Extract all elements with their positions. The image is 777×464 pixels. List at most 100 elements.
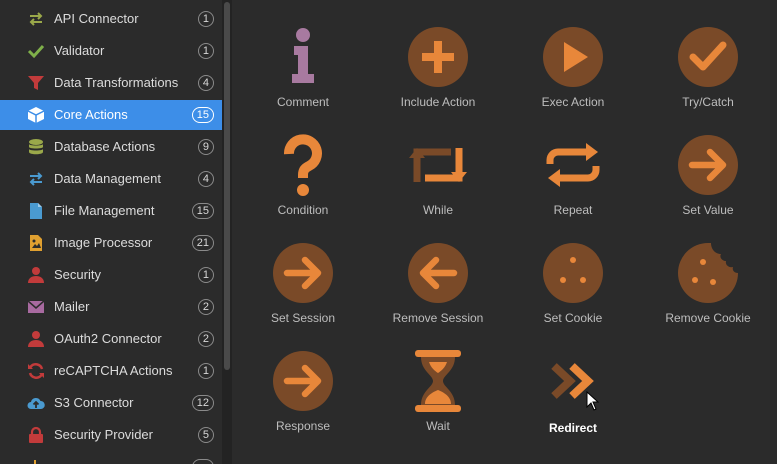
action-comment[interactable]: Comment	[243, 4, 363, 109]
sidebar-item-label: OAuth2 Connector	[54, 331, 162, 346]
count-badge: 21	[191, 235, 214, 251]
sidebar-item-label: Core Actions	[54, 107, 128, 122]
count-badge: 5	[197, 427, 214, 443]
action-label: Remove Session	[392, 311, 484, 325]
action-label: Include Action	[400, 95, 476, 109]
action-exec-action[interactable]: Exec Action	[513, 4, 633, 109]
count-badge: 15	[191, 107, 214, 123]
action-label: Redirect	[548, 421, 598, 435]
action-try-catch[interactable]: Try/Catch	[648, 4, 768, 109]
sidebar-item-security[interactable]: Security 1	[0, 260, 222, 290]
arrow-left-circle-icon	[407, 242, 469, 304]
action-set-cookie[interactable]: Set Cookie	[513, 220, 633, 325]
sidebar-item-file-management[interactable]: File Management 15	[0, 196, 222, 226]
count-badge	[192, 459, 214, 464]
action-remove-session[interactable]: Remove Session	[378, 220, 498, 325]
sidebar-item-label: Security Provider	[54, 427, 153, 442]
sidebar-item-security-provider[interactable]: Security Provider 5	[0, 420, 222, 450]
count-badge: 15	[191, 203, 214, 219]
count-badge: 4	[197, 75, 214, 91]
info-icon	[272, 26, 334, 88]
file-icon	[27, 202, 45, 220]
action-set-session[interactable]: Set Session	[243, 220, 363, 325]
count-badge: 12	[191, 395, 214, 411]
action-label: Try/Catch	[682, 95, 734, 109]
sidebar-item-mailer[interactable]: Mailer 2	[0, 292, 222, 322]
count-badge: 2	[197, 299, 214, 315]
sidebar-item-label: Security	[54, 267, 101, 282]
action-redirect[interactable]: Redirect	[513, 328, 633, 435]
mouse-pointer-icon	[586, 391, 600, 411]
refresh-icon	[27, 362, 45, 380]
sidebar-scroll-thumb[interactable]	[224, 2, 230, 370]
count-badge: 1	[197, 43, 214, 59]
action-label: Set Cookie	[543, 311, 603, 325]
swap-arrows-icon	[27, 10, 45, 28]
arrow-right-circle-icon	[677, 134, 739, 196]
repeat-icon	[542, 134, 604, 196]
action-label: Set Value	[682, 203, 734, 217]
sidebar-item-label: Validator	[54, 43, 105, 58]
sidebar-item-database-actions[interactable]: Database Actions 9	[0, 132, 222, 162]
action-label: Response	[275, 419, 331, 433]
sidebar-item-api-connector[interactable]: API Connector 1	[0, 4, 222, 34]
action-label: Exec Action	[541, 95, 605, 109]
actions-panel: Comment Include Action Exec Action Try/C…	[232, 0, 777, 464]
sidebar-item-image-processor[interactable]: Image Processor 21	[0, 228, 222, 258]
count-badge: 1	[197, 363, 214, 379]
cookie-icon	[542, 242, 604, 304]
sidebar-item-label: API Connector	[54, 11, 139, 26]
action-while[interactable]: While	[378, 112, 498, 217]
sidebar-item-s3-connector[interactable]: S3 Connector 12	[0, 388, 222, 418]
sidebar-item-data-management[interactable]: Data Management 4	[0, 164, 222, 194]
sidebar-item-label: Image Processor	[54, 235, 153, 250]
user-icon	[27, 330, 45, 348]
sidebar-item-label: reCAPTCHA Actions	[54, 363, 173, 378]
sidebar-item-partial[interactable]	[0, 452, 222, 464]
hourglass-icon	[407, 350, 469, 412]
sidebar-item-label: Mailer	[54, 299, 90, 314]
question-icon	[272, 134, 334, 196]
count-badge: 9	[197, 139, 214, 155]
partial-icon	[27, 458, 45, 464]
count-badge: 4	[197, 171, 214, 187]
count-badge: 1	[197, 11, 214, 27]
sidebar-item-label: Data Management	[54, 171, 161, 186]
funnel-icon	[27, 74, 45, 92]
action-label: Wait	[426, 419, 450, 433]
action-label: Condition	[277, 203, 329, 217]
action-condition[interactable]: Condition	[243, 112, 363, 217]
swap-arrows-icon	[27, 170, 45, 188]
action-include-action[interactable]: Include Action	[378, 4, 498, 109]
arrow-right-circle-icon	[272, 350, 334, 412]
sidebar-item-recaptcha-actions[interactable]: reCAPTCHA Actions 1	[0, 356, 222, 386]
action-wait[interactable]: Wait	[378, 328, 498, 433]
action-label: Set Session	[270, 311, 336, 325]
action-response[interactable]: Response	[243, 328, 363, 433]
count-badge: 1	[197, 267, 214, 283]
cloud-upload-icon	[27, 394, 45, 412]
action-label: While	[422, 203, 453, 217]
lock-icon	[27, 426, 45, 444]
sidebar-item-label: Database Actions	[54, 139, 156, 154]
arrow-right-circle-icon	[272, 242, 334, 304]
sidebar-item-core-actions[interactable]: Core Actions 15	[0, 100, 222, 130]
action-repeat[interactable]: Repeat	[513, 112, 633, 217]
image-file-icon	[27, 234, 45, 252]
action-remove-cookie[interactable]: Remove Cookie	[648, 220, 768, 325]
sidebar-item-label: S3 Connector	[54, 395, 134, 410]
sidebar-item-validator[interactable]: Validator 1	[0, 36, 222, 66]
action-set-value[interactable]: Set Value	[648, 112, 768, 217]
database-icon	[27, 138, 45, 156]
loop-icon	[407, 134, 469, 196]
envelope-icon	[27, 298, 45, 316]
count-badge: 2	[197, 331, 214, 347]
check-circle-icon	[677, 26, 739, 88]
bitten-cookie-icon	[677, 242, 739, 304]
sidebar-item-data-transformations[interactable]: Data Transformations 4	[0, 68, 222, 98]
user-icon	[27, 266, 45, 284]
sidebar-item-oauth2-connector[interactable]: OAuth2 Connector 2	[0, 324, 222, 354]
action-label: Remove Cookie	[665, 311, 751, 325]
play-circle-icon	[542, 26, 604, 88]
sidebar-item-label: Data Transformations	[54, 75, 179, 90]
